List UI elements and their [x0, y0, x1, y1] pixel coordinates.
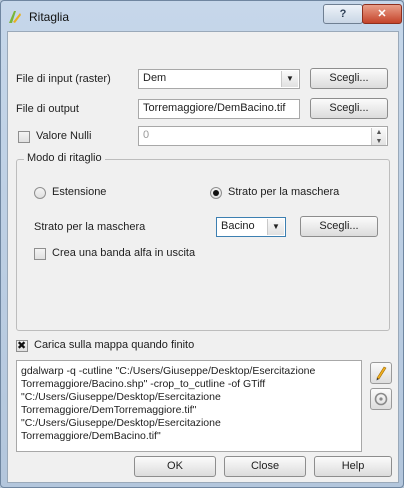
- qgis-clip-icon: [9, 11, 21, 23]
- close-icon: ✕: [377, 8, 387, 20]
- input-raster-label: File di input (raster): [16, 73, 111, 85]
- dialog-window: Ritaglia ? ✕ File di input (raster) Dem …: [0, 0, 404, 488]
- extent-radio-label: Estensione: [52, 186, 107, 198]
- input-raster-browse-button[interactable]: Scegli...: [310, 68, 388, 89]
- mask-layer-radio-label: Strato per la maschera: [228, 186, 340, 198]
- edit-command-button[interactable]: [370, 362, 392, 384]
- dialog-body: File di input (raster) Dem ▼ Scegli... F…: [7, 31, 399, 483]
- pencil-icon: [376, 366, 387, 381]
- command-text-area[interactable]: gdalwarp -q -cutline "C:/Users/Giuseppe/…: [16, 360, 362, 452]
- output-file-field[interactable]: Torremaggiore/DemBacino.tif: [138, 99, 300, 119]
- input-raster-combo[interactable]: Dem ▼: [138, 69, 300, 89]
- clip-mode-title: Modo di ritaglio: [24, 152, 105, 164]
- spinner-arrows-icon[interactable]: ▲ ▼: [371, 128, 386, 145]
- chevron-down-icon[interactable]: ▼: [267, 219, 284, 235]
- mask-layer-label: Strato per la maschera: [34, 221, 146, 233]
- help-button[interactable]: Help: [314, 456, 392, 477]
- output-file-label: File di output: [16, 103, 79, 115]
- nodata-label: Valore Nulli: [36, 130, 92, 142]
- alpha-band-label: Crea una banda alfa in uscita: [52, 247, 196, 259]
- input-raster-value: Dem: [143, 72, 167, 84]
- window-close-button[interactable]: ✕: [362, 4, 402, 24]
- chevron-down-icon[interactable]: ▼: [281, 71, 298, 87]
- extent-radio[interactable]: [34, 187, 46, 199]
- window-title: Ritaglia: [29, 10, 70, 24]
- mask-layer-browse-button[interactable]: Scegli...: [300, 216, 378, 237]
- close-button[interactable]: Close: [224, 456, 306, 477]
- clip-mode-group: [16, 159, 390, 331]
- reset-icon: [374, 392, 388, 406]
- reset-command-button[interactable]: [370, 388, 392, 410]
- nodata-value: 0: [143, 129, 150, 141]
- title-bar: Ritaglia ? ✕: [1, 1, 403, 35]
- nodata-checkbox[interactable]: [18, 131, 30, 143]
- output-file-value: Torremaggiore/DemBacino.tif: [143, 102, 286, 114]
- title-help-button[interactable]: ?: [323, 4, 363, 24]
- ok-button[interactable]: OK: [134, 456, 216, 477]
- nodata-spinbox[interactable]: 0 ▲ ▼: [138, 126, 388, 146]
- mask-layer-combo[interactable]: Bacino ▼: [216, 217, 286, 237]
- mask-layer-radio[interactable]: [210, 187, 222, 199]
- alpha-band-checkbox[interactable]: [34, 248, 46, 260]
- mask-layer-value: Bacino: [221, 220, 255, 232]
- load-in-canvas-checkbox[interactable]: [16, 339, 28, 352]
- output-file-browse-button[interactable]: Scegli...: [310, 98, 388, 119]
- load-in-canvas-label: Carica sulla mappa quando finito: [34, 339, 195, 351]
